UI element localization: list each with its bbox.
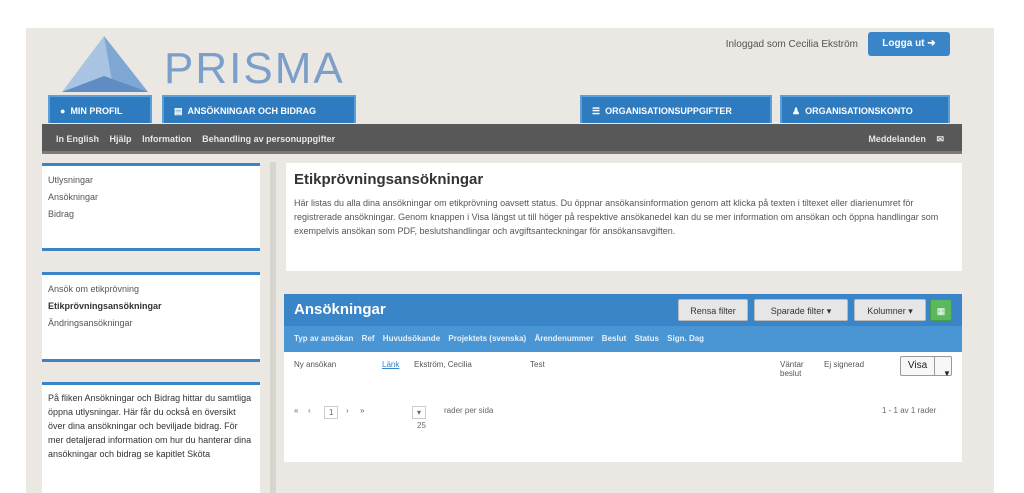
applications-panel: Ansökningar Rensa filter Sparade filter … xyxy=(284,294,962,462)
tab-label: ORGANISATIONSUPPGIFTER xyxy=(605,106,732,116)
chevron-down-icon: ▾ xyxy=(826,306,832,316)
table-column-header: Typ av ansökan Ref Huvudsökande Projekte… xyxy=(284,326,962,352)
tab-label: MIN PROFIL xyxy=(70,106,123,116)
messages-label: Meddelanden xyxy=(868,134,926,144)
logged-in-user: Inloggad som Cecilia Ekström xyxy=(725,39,858,50)
sidebar-item-grants[interactable]: Bidrag xyxy=(48,206,254,223)
per-page-label: rader per sida xyxy=(444,406,494,415)
applications-title: Ansökningar xyxy=(294,301,386,318)
sidebar-group-main: Utlysningar Ansökningar Bidrag xyxy=(42,163,260,251)
envelope-icon: ✉ xyxy=(936,134,944,144)
intro-panel: Etikprövningsansökningar Här listas du a… xyxy=(286,163,962,271)
chevron-down-icon: ▾ xyxy=(908,306,913,316)
cell-type: Ny ansökan xyxy=(294,360,337,369)
cell-status-line2: beslut xyxy=(780,369,802,378)
sidebar-help-text: På fliken Ansökningar och Bidrag hittar … xyxy=(48,393,252,459)
pagination-bar: « ‹ 1 › » 25 ▾ rader per sida 1 - 1 av 1… xyxy=(284,392,962,432)
tab-my-profile[interactable]: ● MIN PROFIL xyxy=(48,95,152,123)
sidebar-item-change-applications[interactable]: Ändringsansökningar xyxy=(48,315,254,332)
sidebar-splitter[interactable] xyxy=(270,162,276,493)
show-button[interactable]: Visa xyxy=(901,357,935,375)
subnav-information[interactable]: Information xyxy=(142,134,192,144)
tab-organisation-tasks[interactable]: ☰ ORGANISATIONSUPPGIFTER xyxy=(580,95,772,123)
columns-label: Kolumner xyxy=(867,306,906,316)
column-applicant[interactable]: Huvudsökande xyxy=(383,334,440,343)
pager-last-icon[interactable]: » xyxy=(360,406,364,415)
saved-filters-button[interactable]: Sparade filter ▾ xyxy=(754,299,848,321)
page-title: Etikprövningsansökningar xyxy=(294,171,484,188)
document-icon: ▤ xyxy=(174,106,183,116)
caret-down-icon: ▼ xyxy=(943,369,951,378)
columns-button[interactable]: Kolumner ▾ xyxy=(854,299,926,321)
column-sign-date[interactable]: Sign. Dag xyxy=(667,334,704,343)
cell-status-line1: Väntar xyxy=(780,360,804,369)
per-page-value: 25 xyxy=(417,421,426,430)
cell-project: Test xyxy=(530,360,545,369)
cell-applicant: Ekström, Cecilia xyxy=(414,360,472,369)
pager-prev-icon[interactable]: ‹ xyxy=(308,406,311,415)
pager-next-icon[interactable]: › xyxy=(346,406,349,415)
show-dropdown-toggle[interactable]: ▼ xyxy=(935,357,951,378)
users-icon: ♟ xyxy=(792,106,801,116)
messages-link[interactable]: Meddelanden ✉ xyxy=(868,124,952,154)
logout-icon: ➜ xyxy=(927,38,936,49)
tab-applications-grants[interactable]: ▤ ANSÖKNINGAR OCH BIDRAG xyxy=(162,95,356,123)
per-page-select[interactable]: 25 ▾ xyxy=(412,406,427,430)
list-icon: ☰ xyxy=(592,106,601,116)
column-status[interactable]: Status xyxy=(634,334,658,343)
tab-organisation-account[interactable]: ♟ ORGANISATIONSKONTO xyxy=(780,95,950,123)
logout-label: Logga ut xyxy=(882,38,925,49)
sub-navigation: In English Hjälp Information Behandling … xyxy=(42,124,962,154)
show-action-group: Visa ▼ xyxy=(900,356,952,378)
table-row: Ny ansökan Länk Ekström, Cecilia Test Vä… xyxy=(284,352,962,392)
app-frame: PRISMA Inloggad som Cecilia Ekström Logg… xyxy=(26,28,994,493)
sidebar-help-box: På fliken Ansökningar och Bidrag hittar … xyxy=(42,382,260,493)
cell-signed: Ej signerad xyxy=(824,360,865,369)
sidebar-item-apply-ethics[interactable]: Ansök om etikprövning xyxy=(48,281,254,298)
pager-first-icon[interactable]: « xyxy=(294,406,298,415)
sidebar-item-ethics-applications[interactable]: Etikprövningsansökningar xyxy=(48,298,254,315)
applications-header: Ansökningar Rensa filter Sparade filter … xyxy=(284,294,962,326)
tab-label: ANSÖKNINGAR OCH BIDRAG xyxy=(187,106,317,116)
prisma-logo-icon xyxy=(62,36,148,92)
column-case-number[interactable]: Ärendenummer xyxy=(534,334,593,343)
cell-ref-link[interactable]: Länk xyxy=(382,360,399,369)
column-type[interactable]: Typ av ansökan xyxy=(294,334,353,343)
sidebar-group-ethics: Ansök om etikprövning Etikprövningsansök… xyxy=(42,272,260,362)
logout-button[interactable]: Logga ut ➜ xyxy=(868,32,950,56)
subnav-personal-data[interactable]: Behandling av personuppgifter xyxy=(202,134,335,144)
saved-filters-label: Sparade filter xyxy=(770,306,825,316)
subnav-english[interactable]: In English xyxy=(56,134,99,144)
tab-label: ORGANISATIONSKONTO xyxy=(805,106,913,116)
export-excel-button[interactable]: ▦ xyxy=(930,299,952,321)
column-project[interactable]: Projektets (svenska) xyxy=(448,334,526,343)
sidebar-item-applications[interactable]: Ansökningar xyxy=(48,189,254,206)
intro-text: Här listas du alla dina ansökningar om e… xyxy=(294,198,939,236)
user-icon: ● xyxy=(60,106,66,116)
column-decision[interactable]: Beslut xyxy=(602,334,626,343)
sidebar-item-calls[interactable]: Utlysningar xyxy=(48,172,254,189)
column-ref[interactable]: Ref xyxy=(362,334,375,343)
excel-icon: ▦ xyxy=(936,306,946,316)
subnav-help[interactable]: Hjälp xyxy=(110,134,132,144)
pager-current-page[interactable]: 1 xyxy=(324,406,339,419)
prisma-logo: PRISMA xyxy=(54,32,343,96)
pager-summary: 1 - 1 av 1 rader xyxy=(882,406,937,415)
brand-name: PRISMA xyxy=(164,44,345,93)
cell-status: Väntar beslut xyxy=(780,360,804,378)
reset-filter-button[interactable]: Rensa filter xyxy=(678,299,748,321)
